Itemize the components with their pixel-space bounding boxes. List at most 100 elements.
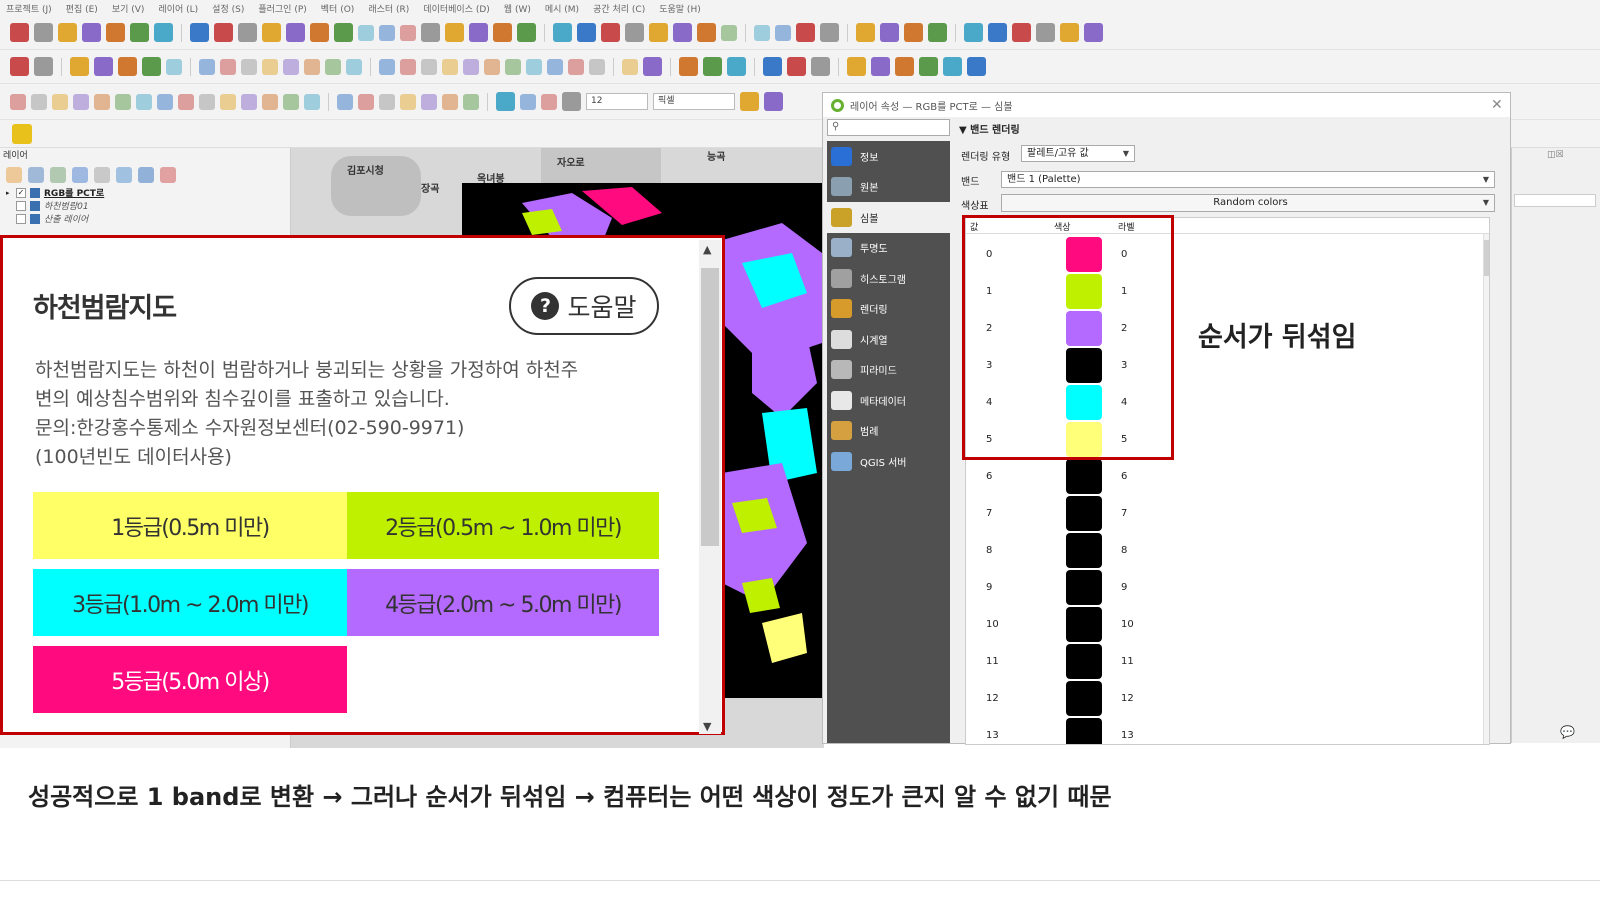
toolbar-tool-icon[interactable] <box>820 23 839 42</box>
toolbar-tool-icon[interactable] <box>964 23 983 42</box>
toolbar-tool-icon[interactable] <box>241 58 257 75</box>
color-ramp-select[interactable]: Random colors ▼ <box>1001 194 1495 212</box>
toolbar-tool-icon[interactable] <box>541 93 557 110</box>
menu-item[interactable]: 벡터 (O) <box>321 2 355 15</box>
toolbar-tool-icon[interactable] <box>421 23 440 42</box>
toolbar-tool-icon[interactable] <box>856 23 875 42</box>
palette-color-swatch[interactable] <box>1066 607 1102 642</box>
menu-item[interactable]: 설정 (S) <box>212 2 244 15</box>
toolbar-tool-icon[interactable] <box>517 23 536 42</box>
toolbar-tool-icon[interactable] <box>262 23 281 42</box>
toolbar-tool-icon[interactable] <box>463 93 479 110</box>
menu-item[interactable]: 래스터 (R) <box>368 2 409 15</box>
toolbar-tool-icon[interactable] <box>358 24 374 41</box>
toolbar-tool-icon[interactable] <box>73 93 89 110</box>
toolbar-tool-icon[interactable] <box>703 57 722 76</box>
toolbar-tool-icon[interactable] <box>286 23 305 42</box>
toolbar-tool-icon[interactable] <box>310 23 329 42</box>
toolbar-tool-icon[interactable] <box>1084 23 1103 42</box>
palette-row[interactable]: 77 <box>966 495 1481 532</box>
toolbar-tool-icon[interactable] <box>880 23 899 42</box>
nav-item[interactable]: 심볼 <box>827 202 950 233</box>
popup-scrollbar-thumb[interactable] <box>701 268 719 546</box>
menu-item[interactable]: 데이터베이스 (D) <box>423 2 490 15</box>
toolbar-tool-icon[interactable] <box>34 57 53 76</box>
toolbar-tool-icon[interactable] <box>740 92 759 111</box>
palette-color-swatch[interactable] <box>1066 496 1102 531</box>
nav-item[interactable]: 히스토그램 <box>827 263 950 294</box>
panel-controls-icon[interactable]: ◫☒ <box>1547 150 1564 160</box>
toolbar-tool-icon[interactable] <box>445 23 464 42</box>
palette-row[interactable]: 13 13 <box>966 717 1481 744</box>
toolbar-tool-icon[interactable] <box>214 23 233 42</box>
toolbar-tool-icon[interactable] <box>649 23 668 42</box>
toolbar-tool-icon[interactable] <box>643 57 662 76</box>
render-type-select[interactable]: 팔레트/고유 값 ▼ <box>1021 145 1135 162</box>
palette-row[interactable]: 12 12 <box>966 680 1481 717</box>
toolbar-tool-icon[interactable] <box>568 58 584 75</box>
expression-icon[interactable] <box>94 167 110 183</box>
toolbar-tool-icon[interactable] <box>442 93 458 110</box>
toolbar-tool-icon[interactable] <box>94 93 110 110</box>
dialog-search-input[interactable]: ⚲ <box>827 119 950 136</box>
nav-item[interactable]: 원본 <box>827 172 950 203</box>
palette-row[interactable]: 88 <box>966 532 1481 569</box>
visibility-icon[interactable] <box>50 167 66 183</box>
style-icon[interactable] <box>6 167 22 183</box>
toolbar-tool-icon[interactable] <box>154 23 173 42</box>
toolbar-tool-icon[interactable] <box>136 93 152 110</box>
layer-checkbox[interactable] <box>16 213 26 224</box>
scroll-up-icon[interactable]: ▲ <box>703 243 711 256</box>
palette-color-swatch[interactable] <box>1066 570 1102 605</box>
collapse-icon[interactable] <box>138 167 154 183</box>
toolbar-tool-icon[interactable] <box>421 93 437 110</box>
toolbar-tool-icon[interactable] <box>721 24 737 41</box>
toolbar-tool-icon[interactable] <box>199 93 215 110</box>
menu-item[interactable]: 편집 (E) <box>66 2 98 15</box>
toolbar-tool-icon[interactable] <box>157 93 173 110</box>
toolbar-tool-icon[interactable] <box>871 57 890 76</box>
toolbar-tool-icon[interactable] <box>526 58 542 75</box>
menu-item[interactable]: 도움말 (H) <box>659 2 701 15</box>
nav-item[interactable]: 투명도 <box>827 233 950 264</box>
palette-color-swatch[interactable] <box>1066 718 1102 744</box>
right-panel-input[interactable] <box>1514 194 1596 207</box>
toolbar-tool-icon[interactable] <box>577 23 596 42</box>
palette-row[interactable]: 10 10 <box>966 606 1481 643</box>
toolbar-tool-icon[interactable] <box>1060 23 1079 42</box>
toolbar-tool-icon[interactable] <box>379 24 395 41</box>
snap-unit-select[interactable]: 픽셀 <box>653 93 735 110</box>
menu-item[interactable]: 웹 (W) <box>504 2 531 15</box>
nav-item[interactable]: QGIS 서버 <box>827 446 950 477</box>
palette-row[interactable]: 11 11 <box>966 643 1481 680</box>
toolbar-tool-icon[interactable] <box>400 24 416 41</box>
table-scrollbar-thumb[interactable] <box>1484 240 1489 276</box>
toolbar-tool-icon[interactable] <box>106 23 125 42</box>
toolbar-tool-icon[interactable] <box>325 58 341 75</box>
toolbar-tool-icon[interactable] <box>220 58 236 75</box>
band-select[interactable]: 밴드 1 (Palette) ▼ <box>1001 171 1495 188</box>
toolbar-tool-icon[interactable] <box>379 58 395 75</box>
toolbar-tool-icon[interactable] <box>547 58 563 75</box>
toolbar-tool-icon[interactable] <box>346 58 362 75</box>
menu-item[interactable]: 플러그인 (P) <box>258 2 306 15</box>
toolbar-tool-icon[interactable] <box>199 58 215 75</box>
toolbar-tool-icon[interactable] <box>304 93 320 110</box>
toolbar-tool-icon[interactable] <box>520 93 536 110</box>
toolbar-tool-icon[interactable] <box>496 92 515 111</box>
toolbar-tool-icon[interactable] <box>895 57 914 76</box>
toolbar-tool-icon[interactable] <box>283 93 299 110</box>
toolbar-tool-icon[interactable] <box>553 23 572 42</box>
toolbar-tool-icon[interactable] <box>400 58 416 75</box>
toolbar-tool-icon[interactable] <box>238 23 257 42</box>
toolbar-tool-icon[interactable] <box>94 57 113 76</box>
plugin-icon[interactable] <box>12 124 32 144</box>
toolbar-tool-icon[interactable] <box>679 57 698 76</box>
layer-checkbox[interactable]: ✓ <box>16 187 26 198</box>
palette-row[interactable]: 66 <box>966 458 1481 495</box>
menu-item[interactable]: 메시 (M) <box>545 2 579 15</box>
toolbar-tool-icon[interactable] <box>469 23 488 42</box>
toolbar-tool-icon[interactable] <box>70 57 89 76</box>
toolbar-tool-icon[interactable] <box>334 23 353 42</box>
toolbar-tool-icon[interactable] <box>673 23 692 42</box>
